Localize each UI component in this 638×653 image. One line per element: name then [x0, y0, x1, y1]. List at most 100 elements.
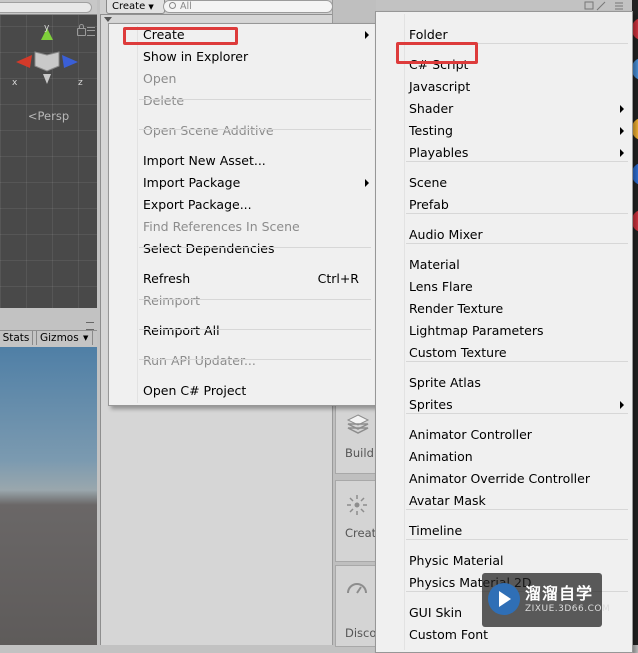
- submenu-item-custom-font[interactable]: Custom Font: [376, 624, 632, 646]
- menu-item-label: Testing: [409, 123, 453, 138]
- menu-separator: [139, 99, 371, 100]
- submenu-item-lens-flare[interactable]: Lens Flare: [376, 276, 632, 298]
- menu-item-label: Open C# Project: [143, 383, 247, 398]
- submenu-item-material[interactable]: Material: [376, 254, 632, 276]
- menu-item-label: Javascript: [409, 79, 471, 94]
- menu-separator: [139, 129, 371, 130]
- projection-text: Persp: [37, 109, 70, 123]
- menu-item-find-references-in-scene: Find References In Scene: [109, 216, 375, 238]
- highlight-box-create: [123, 27, 238, 45]
- menu-item-run-api-updater: Run API Updater...: [109, 350, 375, 372]
- menu-item-label: Delete: [143, 93, 185, 108]
- menu-separator: [139, 359, 371, 360]
- expand-arrow-icon[interactable]: [104, 17, 112, 22]
- watermark-subtitle: ZIXUE.3D66.COM: [525, 604, 611, 614]
- menu-item-label: Open: [143, 71, 177, 86]
- menu-icon[interactable]: [87, 27, 95, 36]
- axis-x-label: x: [12, 78, 18, 88]
- menu-item-select-dependencies[interactable]: Select Dependencies: [109, 238, 375, 260]
- game-view[interactable]: [0, 347, 97, 645]
- create-tool-label: Creat: [345, 526, 377, 540]
- watermark-title: 溜溜自学: [525, 584, 594, 603]
- lock-icon[interactable]: [77, 24, 86, 36]
- chevron-right-icon: [365, 179, 369, 187]
- chevron-right-icon: [620, 105, 624, 113]
- menu-item-label: Import Package: [143, 175, 241, 190]
- menu-separator: [406, 243, 628, 244]
- create-button-label: Create: [112, 1, 146, 12]
- z-axis-cone: [62, 55, 78, 68]
- chevron-right-icon: [620, 127, 624, 135]
- submenu-item-lightmap-parameters[interactable]: Lightmap Parameters: [376, 320, 632, 342]
- back-arrow-icon: <: [27, 109, 38, 123]
- submenu-item-physic-material[interactable]: Physic Material: [376, 550, 632, 572]
- project-search-input[interactable]: All: [163, 0, 333, 13]
- projection-label[interactable]: <Persp: [0, 109, 97, 123]
- submenu-item-scene[interactable]: Scene: [376, 172, 632, 194]
- chevron-down-icon: ▼: [83, 334, 89, 342]
- menu-item-label: Reimport: [143, 293, 201, 308]
- menu-separator: [406, 361, 628, 362]
- search-icon: [169, 2, 176, 9]
- menu-item-import-new-asset[interactable]: Import New Asset...: [109, 150, 375, 172]
- axis-z-label: z: [78, 78, 83, 88]
- x-axis-cone: [16, 55, 32, 68]
- menu-item-show-in-explorer[interactable]: Show in Explorer: [109, 46, 375, 68]
- submenu-item-render-texture[interactable]: Render Texture: [376, 298, 632, 320]
- menu-item-reimport-all[interactable]: Reimport All: [109, 320, 375, 342]
- menu-item-label: Material: [409, 257, 460, 272]
- menu-item-open: Open: [109, 68, 375, 90]
- menu-item-refresh[interactable]: Refresh Ctrl+R: [109, 268, 375, 290]
- menu-item-label: Shader: [409, 101, 454, 116]
- gauge-icon: [347, 583, 367, 594]
- submenu-item-sprite-atlas[interactable]: Sprite Atlas: [376, 372, 632, 394]
- discover-label: Disco: [345, 626, 377, 640]
- chevron-down-icon: ▼: [148, 3, 154, 11]
- scene-toolbar: [0, 0, 97, 15]
- menu-separator: [139, 299, 371, 300]
- menu-separator: [406, 509, 628, 510]
- submenu-item-animation[interactable]: Animation: [376, 446, 632, 468]
- menu-item-open-scene-additive: Open Scene Additive: [109, 120, 375, 142]
- neg-y-cone: [43, 74, 51, 84]
- chevron-right-icon: [620, 401, 624, 409]
- chevron-right-icon: [365, 31, 369, 39]
- maximize-icon: [584, 1, 594, 10]
- menu-separator: [406, 161, 628, 162]
- submenu-item-animator-controller[interactable]: Animator Controller: [376, 424, 632, 446]
- menu-item-label: GUI Skin: [409, 605, 463, 620]
- game-menu-icon[interactable]: [86, 322, 94, 330]
- menu-item-label: Select Dependencies: [143, 241, 275, 256]
- scene-search-field[interactable]: [0, 2, 92, 13]
- menu-item-label: Animator Controller: [409, 427, 532, 442]
- menu-item-label: Run API Updater...: [143, 353, 256, 368]
- menu-item-label: Custom Font: [409, 627, 489, 642]
- menu-item-import-package[interactable]: Import Package: [109, 172, 375, 194]
- shortcut-label: Ctrl+R: [317, 271, 359, 286]
- menu-item-label: Render Texture: [409, 301, 504, 316]
- menu-separator: [406, 413, 628, 414]
- menu-item-label: Import New Asset...: [143, 153, 266, 168]
- menu-item-label: Sprite Atlas: [409, 375, 481, 390]
- create-submenu: Folder C# Script Javascript Shader Testing Pl…: [375, 11, 633, 653]
- highlight-box-csharp-script: [396, 42, 478, 64]
- menu-item-label: Find References In Scene: [143, 219, 300, 234]
- create-dropdown-button[interactable]: Create ▼: [106, 0, 165, 14]
- menu-item-reimport: Reimport: [109, 290, 375, 312]
- menu-item-label: Export Package...: [143, 197, 252, 212]
- axis-y-label: y: [44, 23, 50, 33]
- submenu-item-javascript[interactable]: Javascript: [376, 76, 632, 98]
- menu-separator: [406, 213, 628, 214]
- stats-button[interactable]: Stats: [0, 331, 33, 345]
- submenu-item-shader[interactable]: Shader: [376, 98, 632, 120]
- menu-item-export-package[interactable]: Export Package...: [109, 194, 375, 216]
- build-label: Build: [345, 446, 374, 460]
- menu-separator: [139, 329, 371, 330]
- play-icon: [499, 591, 511, 607]
- menu-item-label: Lightmap Parameters: [409, 323, 544, 338]
- menu-item-label: Show in Explorer: [143, 49, 249, 64]
- submenu-item-animator-override-controller[interactable]: Animator Override Controller: [376, 468, 632, 490]
- cube-stack-icon: [346, 414, 370, 434]
- submenu-item-testing[interactable]: Testing: [376, 120, 632, 142]
- menu-item-open-c-project[interactable]: Open C# Project: [109, 380, 375, 402]
